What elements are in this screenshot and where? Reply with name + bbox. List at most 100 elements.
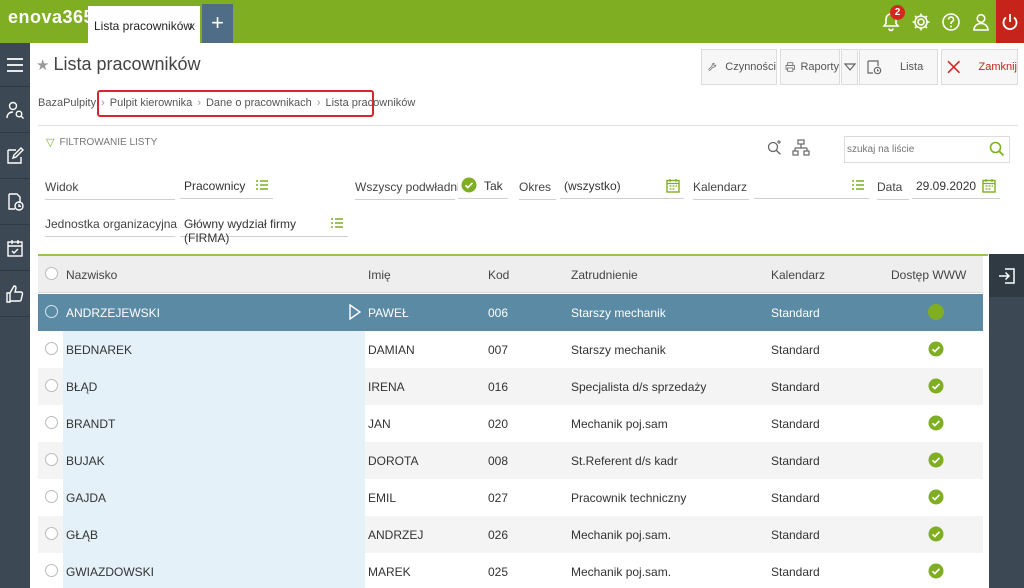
tab-close-button[interactable]: x [189, 19, 195, 33]
table-row[interactable]: BRANDT JAN 020 Mechanik poj.sam Standard [38, 405, 983, 442]
name-cell-bg [63, 442, 365, 479]
name-cell-bg [63, 516, 365, 553]
notifications-button[interactable]: 2 [876, 0, 906, 43]
row-radio[interactable] [45, 416, 58, 429]
zamknij-button[interactable]: Zamknij [941, 49, 1018, 85]
kalendarz-label-underline [693, 199, 749, 200]
table-row[interactable]: BUJAK DOROTA 008 St.Referent d/s kadr St… [38, 442, 983, 479]
search-input-box[interactable] [844, 136, 1010, 163]
table-row[interactable]: GWIAZDOWSKI MAREK 025 Mechanik poj.sam. … [38, 553, 983, 588]
column-header-kalendarz[interactable]: Kalendarz [771, 268, 825, 282]
right-rail [989, 254, 1024, 588]
calendar-icon[interactable] [982, 178, 996, 193]
select-all-radio[interactable] [45, 267, 58, 280]
row-radio[interactable] [45, 527, 58, 540]
cell-kalendarz: Standard [771, 417, 820, 431]
left-rail [0, 43, 30, 588]
settings-button[interactable] [906, 0, 936, 43]
play-arrow-icon[interactable] [348, 304, 362, 320]
list-icon[interactable] [255, 178, 269, 192]
row-radio[interactable] [45, 490, 58, 503]
name-cell-bg [63, 479, 365, 516]
cell-kalendarz: Standard [771, 306, 820, 320]
jednostka-label: Jednostka organizacyjna [45, 217, 178, 231]
power-icon [1002, 13, 1018, 30]
row-radio[interactable] [45, 305, 58, 318]
list-icon[interactable] [851, 178, 865, 192]
breadcrumb-item-root[interactable]: BazaPulpity [38, 97, 96, 109]
list-icon[interactable] [330, 216, 344, 230]
data-value: 29.09.2020 [916, 179, 977, 193]
kalendarz-field[interactable] [754, 173, 869, 199]
filter-tree-button[interactable] [789, 134, 813, 162]
cell-zatrudnienie: Mechanik poj.sam. [571, 565, 672, 579]
filter-icon: ▽ [46, 137, 55, 149]
filter-search-settings-button[interactable] [763, 134, 787, 162]
data-label: Data [877, 180, 903, 194]
check-circle-icon [928, 341, 944, 357]
rail-calendar-button[interactable] [0, 225, 30, 271]
cell-zatrudnienie: St.Referent d/s kadr [571, 454, 678, 468]
cell-kod: 016 [488, 380, 509, 394]
cell-imie: ANDRZEJ [368, 528, 424, 542]
cell-nazwisko: GWIAZDOWSKI [66, 565, 154, 579]
podwladni-checkbox[interactable]: Tak [458, 173, 508, 199]
data-label-underline [877, 199, 909, 200]
rail-edit-button[interactable] [0, 133, 30, 179]
raporty-label: Raporty [800, 61, 839, 73]
raporty-dropdown-button[interactable] [841, 49, 858, 85]
column-header-kod[interactable]: Kod [488, 268, 509, 282]
row-radio[interactable] [45, 379, 58, 392]
column-header-nazwisko[interactable]: Nazwisko [66, 268, 117, 282]
enova-logo[interactable]: enova365 [8, 7, 94, 28]
jednostka-label-underline [45, 236, 175, 237]
table-row[interactable]: GAJDA EMIL 027 Pracownik techniczny Stan… [38, 479, 983, 516]
table-row[interactable]: GŁĄB ANDRZEJ 026 Mechanik poj.sam. Stand… [38, 516, 983, 553]
raporty-button[interactable]: Raporty [780, 49, 840, 85]
column-header-zatrudnienie[interactable]: Zatrudnienie [571, 268, 638, 282]
jednostka-field[interactable]: Główny wydział firmy (FIRMA) [180, 211, 348, 245]
check-circle-icon [928, 563, 944, 579]
column-header-dostep-www[interactable]: Dostęp WWW [891, 268, 966, 282]
data-field[interactable]: 29.09.2020 [912, 173, 1000, 199]
tab-lista-pracownikow[interactable]: Lista pracowników x [88, 4, 200, 43]
rail-approve-button[interactable] [0, 271, 30, 317]
table-row[interactable]: ANDRZEJEWSKI PAWEŁ 006 Starszy mechanik … [38, 294, 983, 331]
list-clock-icon [867, 60, 882, 75]
cell-kod: 020 [488, 417, 509, 431]
czynnosci-button[interactable]: Czynności [701, 49, 777, 85]
favorite-star-icon[interactable]: ★ [36, 56, 49, 74]
table-row[interactable]: BŁĄD IRENA 016 Specjalista d/s sprzedaży… [38, 368, 983, 405]
cell-imie: DAMIAN [368, 343, 415, 357]
document-clock-icon [8, 192, 24, 211]
tab-label: Lista pracowników [94, 19, 193, 33]
add-tab-button[interactable]: + [202, 4, 233, 43]
logout-button[interactable] [996, 0, 1024, 43]
widok-field[interactable]: Pracownicy [180, 173, 273, 199]
row-radio[interactable] [45, 342, 58, 355]
search-icon[interactable] [989, 141, 1005, 157]
cell-zatrudnienie: Mechanik poj.sam. [571, 528, 672, 542]
check-circle-icon [928, 415, 944, 431]
lista-button[interactable]: Lista [859, 49, 938, 85]
calendar-icon[interactable] [666, 178, 680, 193]
filter-toggle[interactable]: ▽ FILTROWANIE LISTY [46, 136, 157, 149]
okres-field[interactable]: (wszystko) [560, 173, 684, 199]
cell-kod: 027 [488, 491, 509, 505]
table-row[interactable]: BEDNAREK DAMIAN 007 Starszy mechanik Sta… [38, 331, 983, 368]
help-button[interactable] [936, 0, 966, 43]
row-radio[interactable] [45, 564, 58, 577]
column-header-imie[interactable]: Imię [368, 268, 391, 282]
user-button[interactable] [966, 0, 996, 43]
exit-panel-button[interactable] [989, 254, 1024, 297]
search-input[interactable] [847, 141, 987, 158]
printer-icon [785, 62, 795, 72]
cell-kalendarz: Standard [771, 565, 820, 579]
cell-nazwisko: ANDRZEJEWSKI [66, 306, 161, 320]
wrench-icon [708, 62, 717, 71]
rail-employees-button[interactable] [0, 87, 30, 133]
user-icon [973, 13, 989, 31]
row-radio[interactable] [45, 453, 58, 466]
menu-button[interactable] [0, 43, 30, 87]
rail-document-button[interactable] [0, 179, 30, 225]
